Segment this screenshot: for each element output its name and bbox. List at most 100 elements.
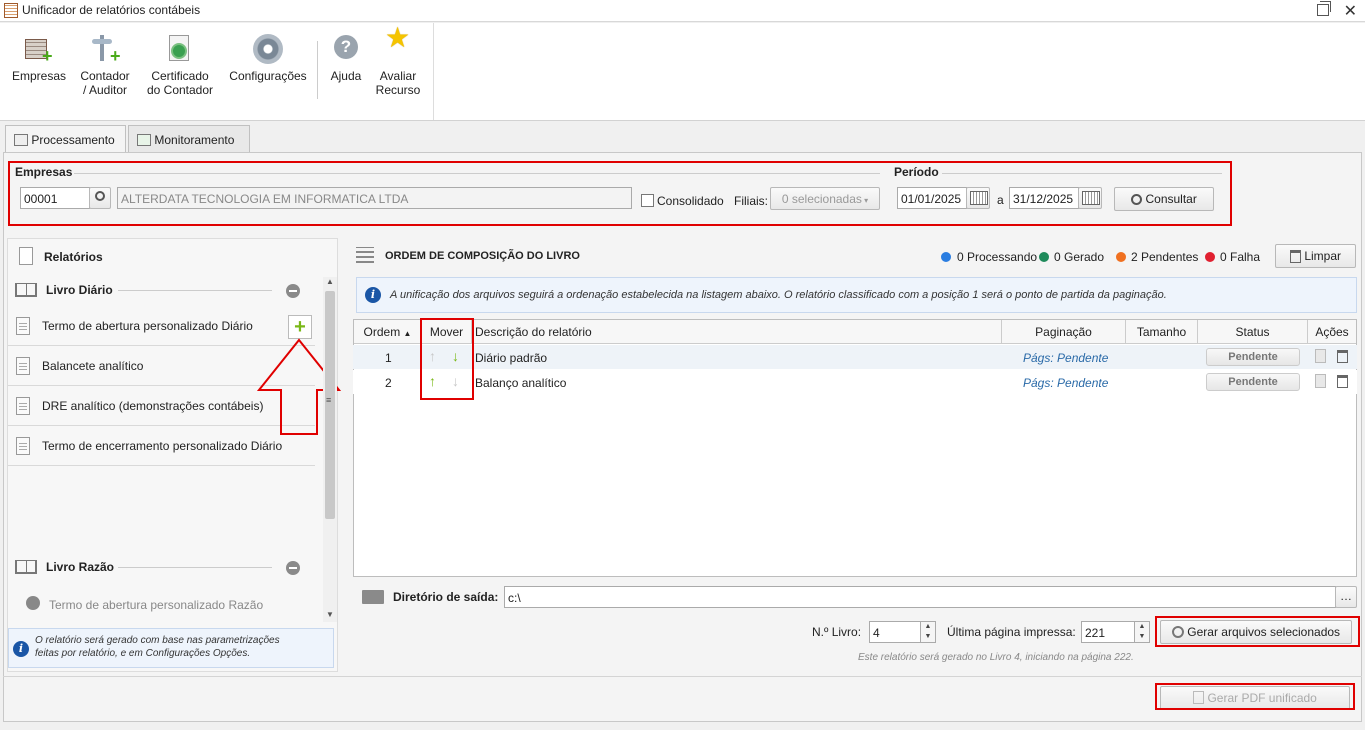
date-to-calendar-button[interactable] bbox=[1078, 187, 1102, 209]
nlivro-stepper[interactable]: ▲ ▼ bbox=[920, 621, 936, 643]
falha-count: 0 Falha bbox=[1220, 250, 1261, 264]
company-name-field: ALTERDATA TECNOLOGIA EM INFORMATICA LTDA bbox=[117, 187, 632, 209]
lock-icon bbox=[26, 596, 40, 610]
collapse-razao-icon[interactable] bbox=[286, 561, 300, 575]
search-icon bbox=[95, 191, 105, 201]
company-code-input[interactable]: 00001 bbox=[20, 187, 90, 209]
col-ordem-header[interactable]: Ordem ▲ bbox=[354, 320, 422, 344]
status-badge: Pendente bbox=[1206, 373, 1300, 391]
ultima-pagina-label: Última página impressa: bbox=[947, 625, 1076, 639]
filiais-dropdown[interactable]: 0 selecionadas ▾ bbox=[770, 187, 880, 210]
process-icon bbox=[14, 134, 28, 146]
table-row[interactable]: 2 ↑ ↓ Balanço analítico Págs: Pendente P… bbox=[353, 370, 1357, 394]
gerar-arquivos-highlight bbox=[1155, 616, 1360, 647]
empresas-divider bbox=[74, 173, 880, 174]
tab-processamento[interactable]: Processamento bbox=[5, 125, 126, 154]
list-item[interactable]: Termo de abertura personalizado Razão bbox=[49, 598, 263, 612]
status-badge: Pendente bbox=[1206, 348, 1300, 366]
periodo-label: Período bbox=[894, 165, 939, 179]
gerar-pdf-highlight bbox=[1155, 683, 1355, 710]
book-note: Este relatório será gerado no Livro 4, i… bbox=[858, 652, 1134, 663]
mover-highlight bbox=[420, 318, 474, 400]
group-divider bbox=[118, 290, 272, 291]
add-report-button[interactable]: + bbox=[288, 315, 312, 339]
grip-icon: ≡ bbox=[326, 395, 332, 405]
ultima-pagina-input[interactable]: 221 bbox=[1081, 621, 1135, 643]
col-tamanho-header[interactable]: Tamanho bbox=[1126, 320, 1198, 344]
certificate-icon bbox=[163, 33, 197, 65]
help-icon: ? bbox=[329, 33, 363, 65]
delete-icon[interactable] bbox=[1337, 350, 1348, 363]
calendar-icon bbox=[970, 191, 988, 205]
window-title: Unificador de relatórios contábeis bbox=[22, 3, 201, 17]
caduceus-add-icon: + bbox=[88, 33, 122, 65]
filiais-label: Filiais: bbox=[734, 194, 769, 208]
book-icon bbox=[15, 283, 37, 297]
empresas-button[interactable]: + Empresas bbox=[12, 27, 66, 83]
consolidado-label: Consolidado bbox=[657, 194, 724, 208]
collapse-diario-icon[interactable] bbox=[286, 284, 300, 298]
company-search-button[interactable] bbox=[89, 187, 111, 209]
limpar-button[interactable]: Limpar bbox=[1275, 244, 1356, 268]
consolidado-checkbox[interactable] bbox=[641, 194, 654, 207]
footer-divider bbox=[3, 676, 1362, 677]
view-icon[interactable] bbox=[1315, 374, 1326, 388]
empresas-label: Empresas bbox=[15, 165, 73, 179]
left-info-box: i O relatório será gerado com base nas p… bbox=[8, 628, 334, 668]
gear-icon bbox=[251, 33, 285, 65]
date-separator: a bbox=[997, 193, 1004, 207]
trash-icon bbox=[1289, 250, 1301, 263]
search-icon bbox=[1131, 194, 1143, 205]
processando-dot bbox=[941, 252, 951, 262]
scroll-thumb[interactable] bbox=[325, 291, 335, 519]
star-icon: ★ bbox=[385, 22, 411, 53]
composicao-info-box: i A unificação dos arquivos seguirá a or… bbox=[356, 277, 1357, 313]
ribbon-separator bbox=[317, 41, 318, 99]
delete-icon[interactable] bbox=[1337, 375, 1348, 388]
date-from-input[interactable]: 01/01/2025 bbox=[897, 187, 967, 209]
book-icon bbox=[15, 560, 37, 574]
dir-label: Diretório de saída: bbox=[393, 590, 499, 604]
chevron-down-icon: ▾ bbox=[861, 196, 869, 205]
relatorios-title: Relatórios bbox=[44, 250, 103, 264]
col-paginacao-header[interactable]: Paginação bbox=[1002, 320, 1126, 344]
ribbon-end-separator bbox=[433, 23, 434, 120]
nlivro-input[interactable]: 4 bbox=[869, 621, 921, 643]
list-icon bbox=[356, 247, 374, 263]
document-icon bbox=[16, 437, 30, 455]
configuracoes-button[interactable]: Configurações bbox=[226, 27, 310, 83]
table-row[interactable]: 1 ↑ ↓ Diário padrão Págs: Pendente Pende… bbox=[353, 345, 1357, 369]
ultima-pagina-stepper[interactable]: ▲ ▼ bbox=[1134, 621, 1150, 643]
scroll-down-icon[interactable]: ▼ bbox=[326, 610, 334, 619]
date-to-input[interactable]: 31/12/2025 bbox=[1009, 187, 1079, 209]
avaliar-recurso-button[interactable]: ★ Avaliar Recurso bbox=[372, 22, 424, 98]
tab-monitoramento[interactable]: Monitoramento bbox=[128, 125, 250, 153]
ajuda-button[interactable]: ? Ajuda bbox=[326, 27, 366, 83]
document-icon bbox=[19, 247, 33, 265]
nlivro-label: N.º Livro: bbox=[812, 625, 862, 639]
document-icon bbox=[16, 397, 30, 415]
col-status-header[interactable]: Status bbox=[1198, 320, 1308, 344]
info-icon: i bbox=[13, 641, 29, 657]
left-scrollbar[interactable]: ▲ ≡ ▼ bbox=[323, 277, 337, 622]
consultar-button[interactable]: Consultar bbox=[1114, 187, 1214, 211]
col-descricao-header[interactable]: Descrição do relatório bbox=[472, 320, 1002, 344]
scroll-up-icon[interactable]: ▲ bbox=[326, 277, 334, 286]
sort-asc-icon: ▲ bbox=[403, 329, 412, 338]
livro-diario-header: Livro Diário bbox=[46, 283, 113, 297]
group-divider bbox=[118, 567, 272, 568]
gerado-count: 0 Gerado bbox=[1054, 250, 1105, 264]
pendentes-count: 2 Pendentes bbox=[1131, 250, 1199, 264]
title-bar: Unificador de relatórios contábeis ✕ bbox=[0, 0, 1365, 22]
output-dir-input[interactable]: c:\ bbox=[504, 586, 1336, 608]
view-icon[interactable] bbox=[1315, 349, 1326, 363]
contador-auditor-button[interactable]: + Contador / Auditor bbox=[76, 27, 134, 97]
date-from-calendar-button[interactable] bbox=[966, 187, 990, 209]
gerado-dot bbox=[1039, 252, 1049, 262]
composicao-title: ORDEM DE COMPOSIÇÃO DO LIVRO bbox=[385, 250, 580, 262]
app-icon bbox=[4, 3, 18, 18]
browse-dir-button[interactable]: … bbox=[1335, 586, 1357, 608]
close-icon[interactable]: ✕ bbox=[1344, 1, 1357, 21]
restore-icon[interactable] bbox=[1317, 1, 1331, 16]
certificado-button[interactable]: Certificado do Contador bbox=[144, 27, 216, 97]
